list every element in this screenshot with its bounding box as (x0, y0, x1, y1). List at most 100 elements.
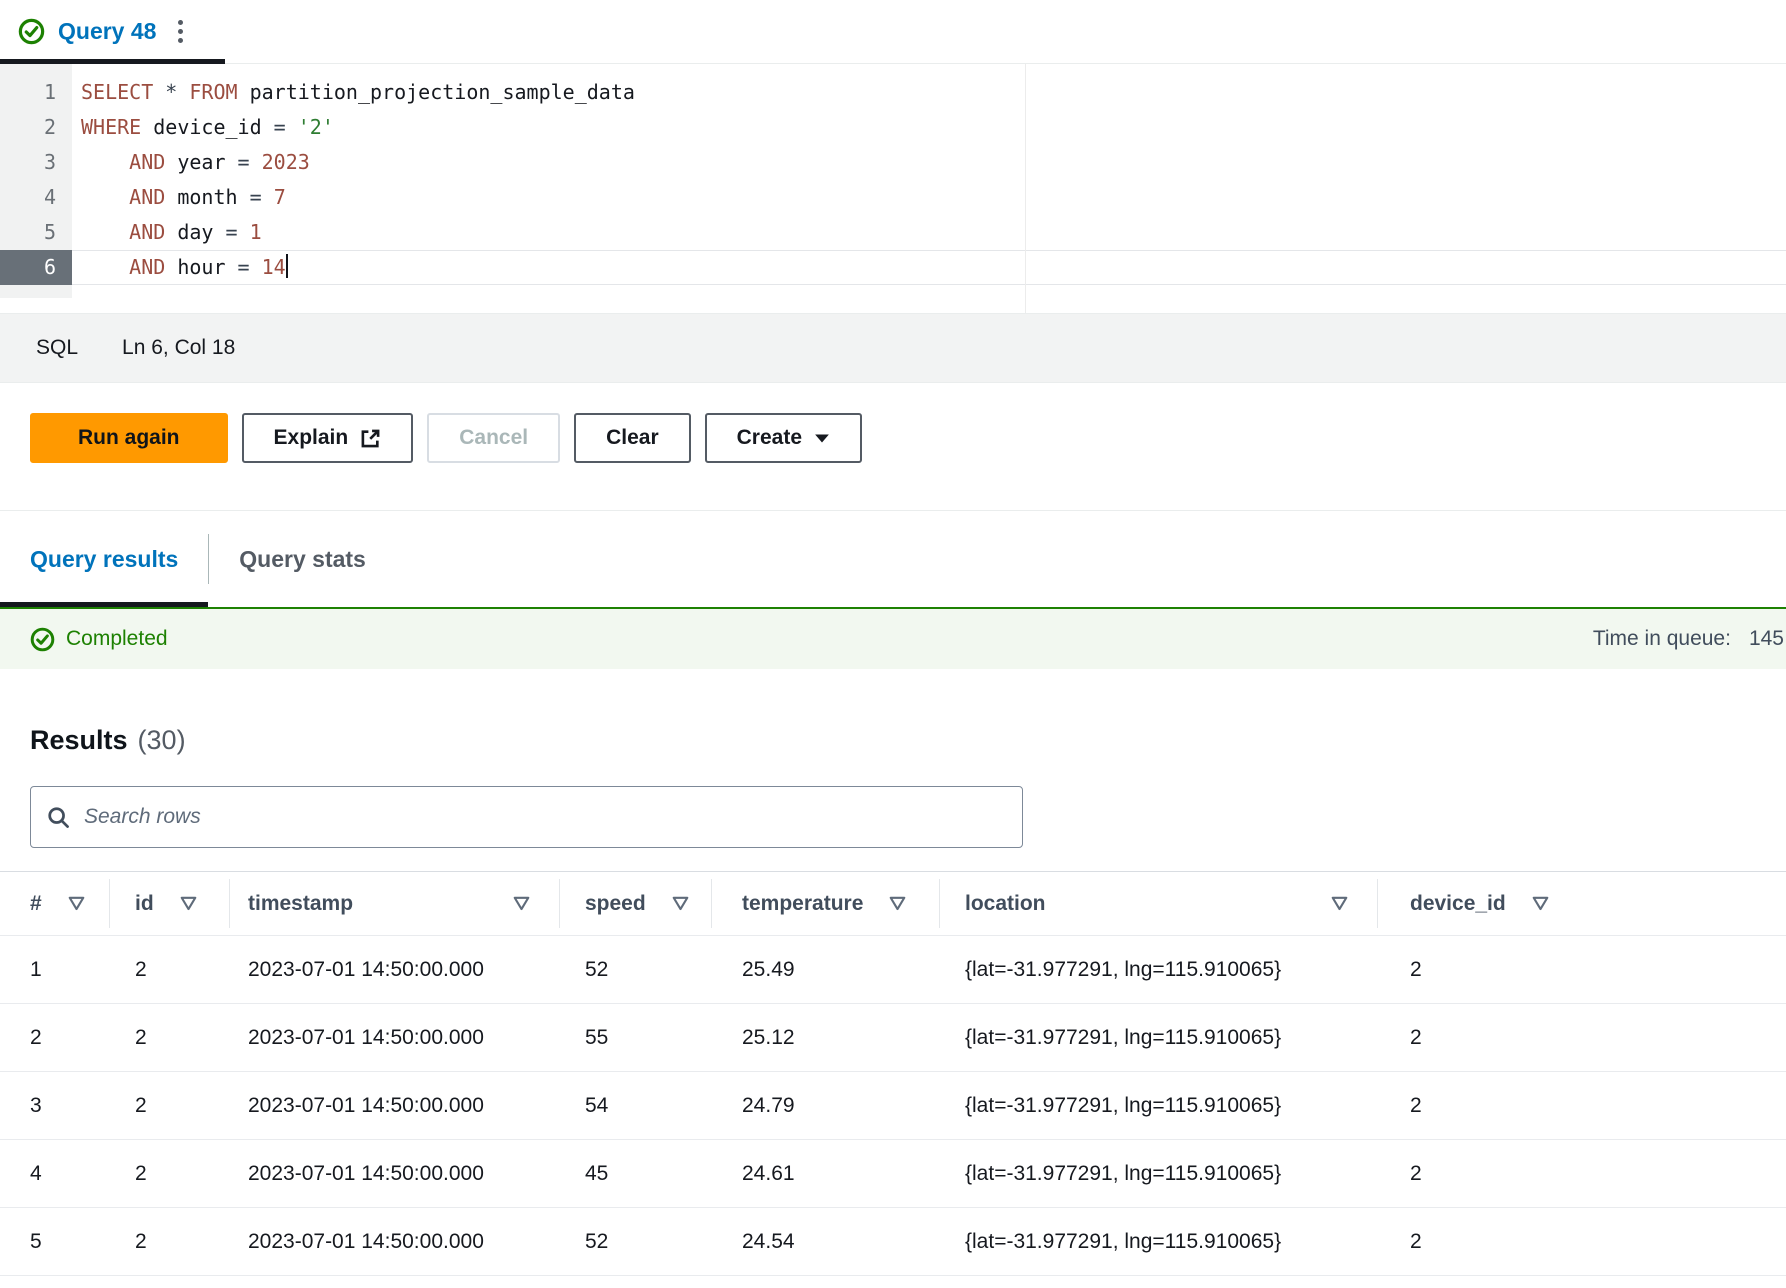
table-cell: 24.54 (712, 1230, 940, 1254)
code-token: SELECT (81, 80, 153, 104)
table-cell: 2 (110, 1026, 230, 1050)
table-cell: 2 (110, 1230, 230, 1254)
editor-line-number[interactable]: 5 (0, 215, 72, 250)
table-cell: 2 (1378, 958, 1590, 982)
code-token: * (165, 80, 177, 104)
editor-code-line[interactable]: AND year = 2023 (72, 145, 1786, 180)
column-header-speed[interactable]: speed (560, 872, 712, 935)
code-token: = (250, 185, 262, 209)
column-header-location[interactable]: location (940, 872, 1378, 935)
column-header-id[interactable]: id (110, 872, 230, 935)
tab-options-kebab-icon[interactable] (172, 16, 189, 47)
code-token: '2' (298, 115, 334, 139)
editor-code-line[interactable]: AND hour = 14 (72, 250, 1786, 285)
tab-query-48[interactable]: Query 48 (0, 0, 225, 63)
column-header-temperature[interactable]: temperature (712, 872, 940, 935)
table-cell: 2 (0, 1026, 110, 1050)
tab-query-results[interactable]: Query results (0, 511, 208, 607)
editor-code-area[interactable]: SELECT * FROM partition_projection_sampl… (72, 64, 1786, 313)
filter-icon[interactable] (1331, 896, 1348, 911)
editor-line-number[interactable]: 3 (0, 145, 72, 180)
table-row: 522023-07-01 14:50:00.0005224.54{lat=-31… (0, 1208, 1786, 1276)
clear-button[interactable]: Clear (574, 413, 691, 463)
table-cell: 2023-07-01 14:50:00.000 (230, 1026, 560, 1050)
table-cell: 24.79 (712, 1094, 940, 1118)
code-token: WHERE (81, 115, 141, 139)
code-token (250, 255, 262, 279)
code-token: AND (129, 220, 165, 244)
code-token: year (165, 150, 237, 174)
text-cursor (286, 254, 288, 278)
table-cell: {lat=-31.977291, lng=115.910065} (940, 1094, 1378, 1118)
code-token: FROM (189, 80, 237, 104)
column-header-device_id[interactable]: device_id (1378, 872, 1590, 935)
results-table-body: 122023-07-01 14:50:00.0005225.49{lat=-31… (0, 936, 1786, 1276)
code-token: hour (165, 255, 237, 279)
table-cell: 2 (1378, 1026, 1590, 1050)
editor-line-number[interactable]: 6 (0, 250, 72, 285)
code-token: AND (129, 185, 165, 209)
code-token: 14 (262, 255, 286, 279)
code-token: = (226, 220, 238, 244)
cursor-position-label: Ln 6, Col 18 (122, 336, 235, 360)
table-cell: {lat=-31.977291, lng=115.910065} (940, 1162, 1378, 1186)
column-header-label: speed (585, 892, 646, 916)
run-again-button[interactable]: Run again (30, 413, 228, 463)
results-title: Results (30) (30, 725, 1756, 756)
column-header-num[interactable]: # (0, 872, 110, 935)
editor-code-line[interactable]: WHERE device_id = '2' (72, 110, 1786, 145)
table-cell: 52 (560, 1230, 712, 1254)
cancel-button: Cancel (427, 413, 560, 463)
table-cell: 2 (1378, 1230, 1590, 1254)
filter-icon[interactable] (1532, 896, 1549, 911)
query-status-banner: Completed Time in queue: 145 (0, 607, 1786, 669)
code-token (81, 220, 129, 244)
completed-check-icon (30, 627, 55, 652)
filter-icon[interactable] (889, 896, 906, 911)
tab-query-stats[interactable]: Query stats (209, 511, 396, 607)
status-badge: Completed (66, 627, 168, 651)
editor-line-number[interactable]: 4 (0, 180, 72, 215)
time-in-queue-label: Time in queue: (1593, 627, 1731, 651)
query-actions-toolbar: Run again Explain Cancel Clear Create (30, 413, 1786, 463)
query-success-icon (18, 18, 45, 45)
editor-code-line[interactable]: AND day = 1 (72, 215, 1786, 250)
filter-icon[interactable] (68, 896, 85, 911)
code-token: = (274, 115, 286, 139)
create-button[interactable]: Create (705, 413, 862, 463)
results-table-header: #idtimestamp speed temperature locationdevi… (0, 871, 1786, 936)
code-token: = (238, 255, 250, 279)
table-cell: 55 (560, 1026, 712, 1050)
search-rows-box[interactable] (30, 786, 1023, 848)
explain-button[interactable]: Explain (242, 413, 414, 463)
table-cell: 52 (560, 958, 712, 982)
editor-line-number[interactable]: 2 (0, 110, 72, 145)
sql-editor[interactable]: 123456 SELECT * FROM partition_projectio… (0, 64, 1786, 313)
search-input[interactable] (84, 805, 1006, 829)
table-row: 222023-07-01 14:50:00.0005525.12{lat=-31… (0, 1004, 1786, 1072)
editor-code-line[interactable]: AND month = 7 (72, 180, 1786, 215)
results-count: (30) (138, 725, 186, 756)
tab-query-stats-label: Query stats (239, 546, 366, 573)
column-header-label: temperature (742, 892, 863, 916)
table-cell: 2023-07-01 14:50:00.000 (230, 958, 560, 982)
filter-icon[interactable] (180, 896, 197, 911)
search-icon (47, 806, 70, 829)
filter-icon[interactable] (672, 896, 689, 911)
editor-status-bar: SQL Ln 6, Col 18 (0, 313, 1786, 383)
code-token (286, 115, 298, 139)
code-token (262, 185, 274, 209)
code-token: partition_projection_sample_data (238, 80, 635, 104)
filter-icon[interactable] (513, 896, 530, 911)
table-cell: 5 (0, 1230, 110, 1254)
code-token: AND (129, 150, 165, 174)
code-token: device_id (141, 115, 273, 139)
code-token (153, 80, 165, 104)
results-title-label: Results (30, 725, 128, 756)
query-tab-bar: Query 48 (0, 0, 1786, 64)
editor-line-number[interactable]: 1 (0, 75, 72, 110)
column-header-timestamp[interactable]: timestamp (230, 872, 560, 935)
editor-gutter[interactable]: 123456 (0, 64, 72, 298)
editor-code-line[interactable]: SELECT * FROM partition_projection_sampl… (72, 75, 1786, 110)
code-token: day (165, 220, 225, 244)
